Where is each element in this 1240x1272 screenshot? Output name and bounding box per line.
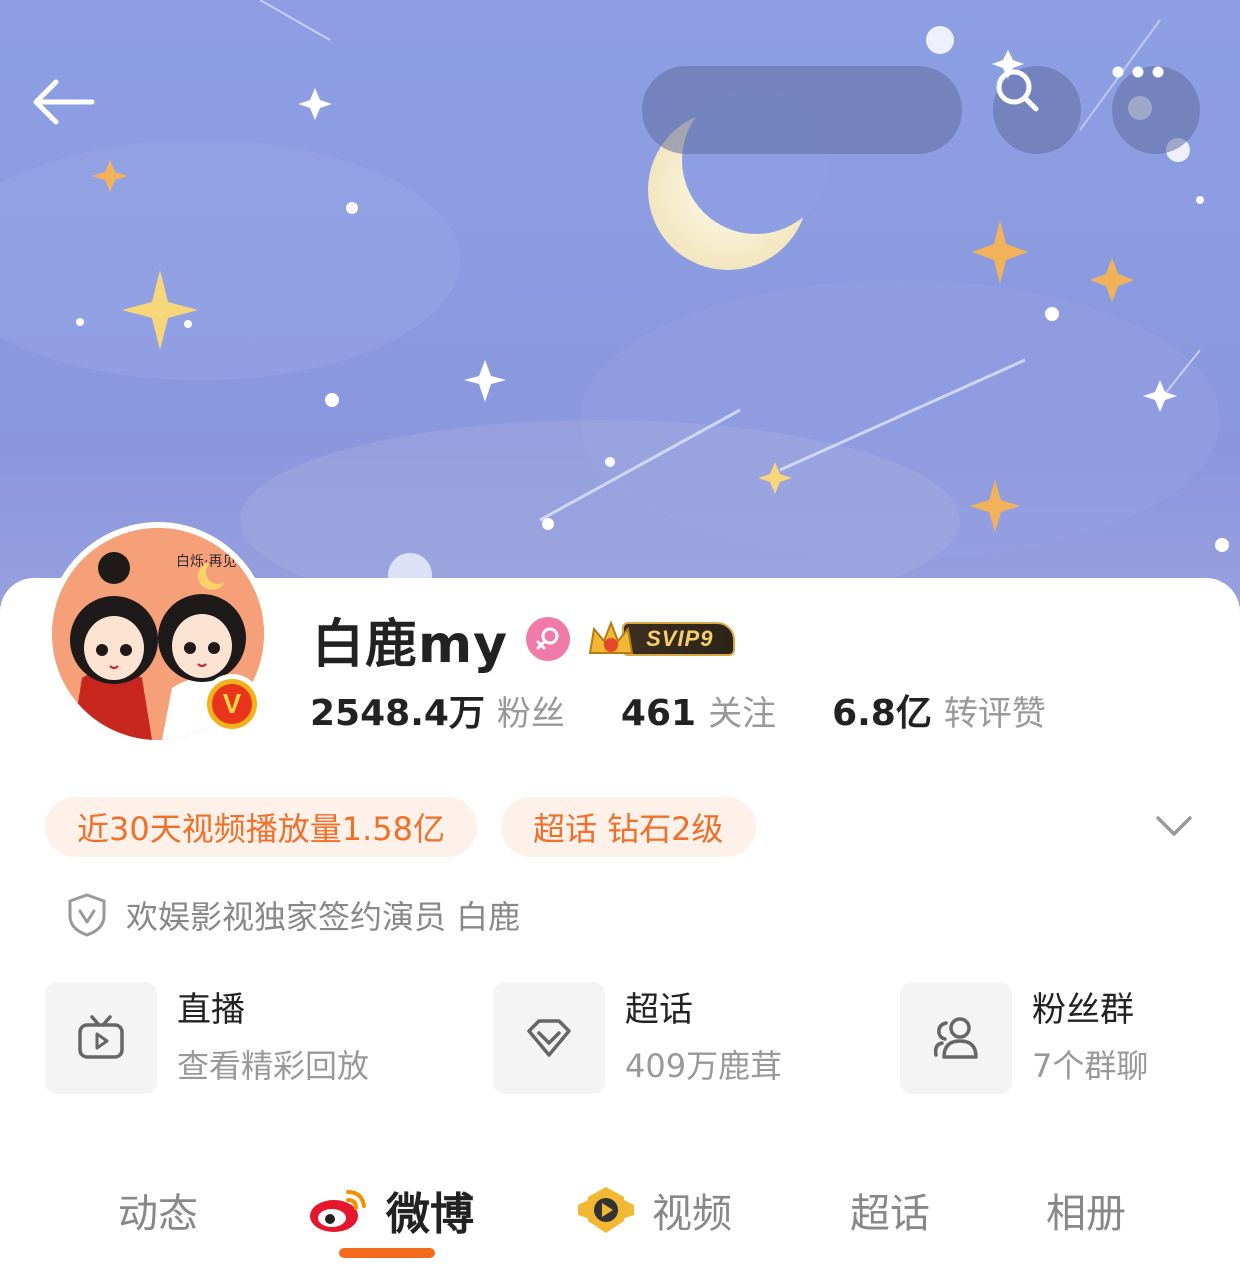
- tab-weibo[interactable]: 微博: [308, 1170, 474, 1250]
- feature-supertopic-subtitle: 409万鹿茸: [625, 1047, 783, 1085]
- followers-label: 粉丝: [496, 694, 565, 734]
- interactions-count: 6.8亿: [832, 693, 932, 734]
- username: 白鹿my: [312, 614, 509, 675]
- feature-fan-group-icon-box: [900, 982, 1012, 1094]
- search-icon: [996, 69, 1039, 112]
- tab-video[interactable]: 视频: [576, 1170, 732, 1250]
- search-box[interactable]: [642, 66, 962, 154]
- feature-fan-group[interactable]: 粉丝群 7个群聊: [900, 982, 1148, 1094]
- following-count: 461: [620, 693, 697, 734]
- following-stat[interactable]: 461 关注: [621, 686, 776, 735]
- avatar[interactable]: 白烁·再见 V: [46, 522, 270, 746]
- chevron-down-icon[interactable]: [1152, 808, 1196, 844]
- more-button[interactable]: [1112, 66, 1200, 154]
- feature-fan-group-subtitle: 7个群聊: [1032, 1047, 1149, 1085]
- feature-supertopic-title: 超话: [625, 990, 693, 1030]
- feature-fan-group-title: 粉丝群: [1032, 990, 1134, 1030]
- name-row: 白鹿my SVIP9: [312, 604, 736, 675]
- search-button[interactable]: [993, 66, 1081, 154]
- feature-live[interactable]: 直播 查看精彩回放: [45, 982, 369, 1094]
- interactions-stat[interactable]: 6.8亿 转评赞: [832, 684, 1046, 736]
- tab-video-label: 视频: [652, 1191, 732, 1237]
- group-users-icon: [933, 1017, 978, 1059]
- arrow-left-icon: [33, 79, 95, 125]
- feature-live-subtitle: 查看精彩回放: [177, 1047, 370, 1085]
- avatar-caption: 白烁·再见: [176, 554, 236, 570]
- feature-supertopic-icon-box: [493, 982, 605, 1094]
- feature-live-title: 直播: [177, 990, 245, 1030]
- tab-supertopic-label: 超话: [850, 1191, 930, 1237]
- more-dots-icon: [1112, 66, 1164, 78]
- video-views-tag[interactable]: 近30天视频播放量1.58亿: [45, 797, 477, 857]
- verified-badge: V: [202, 674, 262, 734]
- verification-text: 欢娱影视独家签约演员 白鹿: [126, 898, 521, 936]
- tab-weibo-label: 微博: [386, 1189, 474, 1240]
- tab-supertopic[interactable]: 超话: [850, 1170, 930, 1250]
- svip-badge[interactable]: SVIP9: [586, 617, 736, 661]
- feature-supertopic[interactable]: 超话 409万鹿茸: [493, 982, 782, 1094]
- feature-live-icon-box: [45, 982, 157, 1094]
- tab-album[interactable]: 相册: [1046, 1170, 1126, 1250]
- video-play-badge-icon: [576, 1185, 636, 1235]
- followers-stat[interactable]: 2548.4万 粉丝: [310, 684, 565, 736]
- tab-dynamic-label: 动态: [118, 1191, 198, 1237]
- profile-tags: 近30天视频播放量1.58亿 超话 钻石2级: [45, 797, 756, 857]
- followers-count: 2548.4万: [310, 693, 485, 734]
- verified-badge-letter: V: [212, 684, 252, 724]
- tab-dynamic[interactable]: 动态: [118, 1170, 198, 1250]
- following-label: 关注: [708, 694, 777, 734]
- back-button[interactable]: [30, 78, 108, 142]
- svip-level: SVIP9: [622, 622, 736, 656]
- diamond-icon: [527, 1019, 571, 1057]
- weibo-logo-icon: [308, 1186, 370, 1234]
- active-tab-indicator: [339, 1248, 435, 1258]
- crown-icon: [588, 620, 634, 654]
- tv-play-icon: [78, 1015, 124, 1059]
- tab-album-label: 相册: [1046, 1191, 1126, 1237]
- female-icon: [526, 617, 571, 661]
- verification-row[interactable]: 欢娱影视独家签约演员 白鹿: [66, 890, 520, 940]
- supertopic-level-tag[interactable]: 超话 钻石2级: [500, 797, 756, 857]
- shield-v-icon: [68, 893, 106, 937]
- stats-row: 2548.4万 粉丝 461 关注 6.8亿 转评赞: [310, 684, 1046, 734]
- interactions-label: 转评赞: [943, 694, 1046, 734]
- profile-tabs: 动态 微博 视频 超话 相册: [0, 1170, 1240, 1250]
